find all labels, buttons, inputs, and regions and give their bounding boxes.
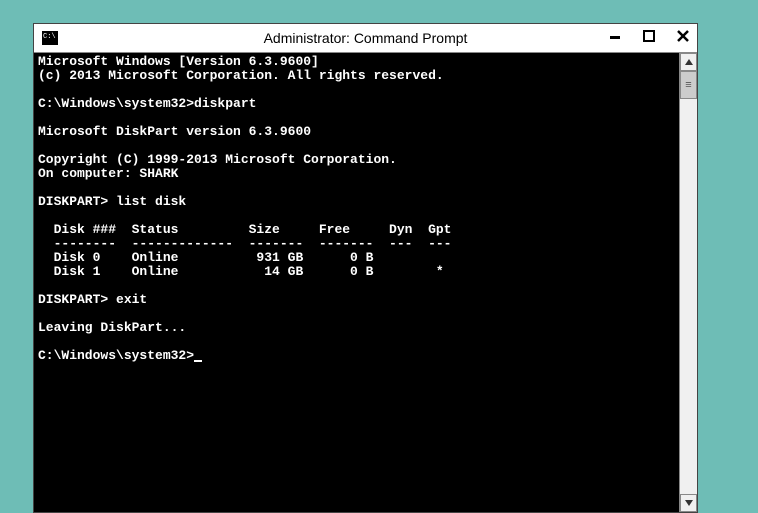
line: Copyright (C) 1999-2013 Microsoft Corpor… [38, 152, 397, 167]
prompt: C:\Windows\system32> [38, 348, 194, 363]
line: Microsoft DiskPart version 6.3.9600 [38, 124, 311, 139]
line: DISKPART> exit [38, 292, 147, 307]
close-button[interactable] [673, 26, 693, 46]
scroll-up-button[interactable] [680, 53, 697, 71]
vertical-scrollbar[interactable] [679, 53, 697, 512]
line: -------- ------------- ------- ------- -… [38, 236, 451, 251]
window-title: Administrator: Command Prompt [34, 30, 697, 46]
line: Leaving DiskPart... [38, 320, 186, 335]
terminal-output[interactable]: Microsoft Windows [Version 6.3.9600] (c)… [34, 53, 679, 512]
cursor [194, 360, 202, 362]
titlebar[interactable]: Administrator: Command Prompt [34, 24, 697, 52]
line: Microsoft Windows [Version 6.3.9600] [38, 54, 319, 69]
close-icon [677, 30, 689, 42]
minimize-icon [609, 30, 621, 42]
chevron-up-icon [685, 59, 693, 65]
line: On computer: SHARK [38, 166, 178, 181]
line: Disk 0 Online 931 GB 0 B [38, 250, 373, 265]
minimize-button[interactable] [605, 26, 625, 46]
line: Disk ### Status Size Free Dyn Gpt [38, 222, 451, 237]
cmd-icon [42, 31, 58, 45]
window-controls [605, 26, 693, 46]
line: Disk 1 Online 14 GB 0 B * [38, 264, 444, 279]
line: (c) 2013 Microsoft Corporation. All righ… [38, 68, 444, 83]
maximize-icon [643, 30, 655, 42]
maximize-button[interactable] [639, 26, 659, 46]
command-prompt-window: Administrator: Command Prompt Microsoft … [33, 23, 698, 513]
terminal-area: Microsoft Windows [Version 6.3.9600] (c)… [34, 52, 697, 512]
scroll-track[interactable] [680, 71, 697, 494]
line: DISKPART> list disk [38, 194, 186, 209]
chevron-down-icon [685, 500, 693, 506]
scroll-down-button[interactable] [680, 494, 697, 512]
scroll-thumb[interactable] [680, 71, 697, 99]
line: C:\Windows\system32>diskpart [38, 96, 256, 111]
